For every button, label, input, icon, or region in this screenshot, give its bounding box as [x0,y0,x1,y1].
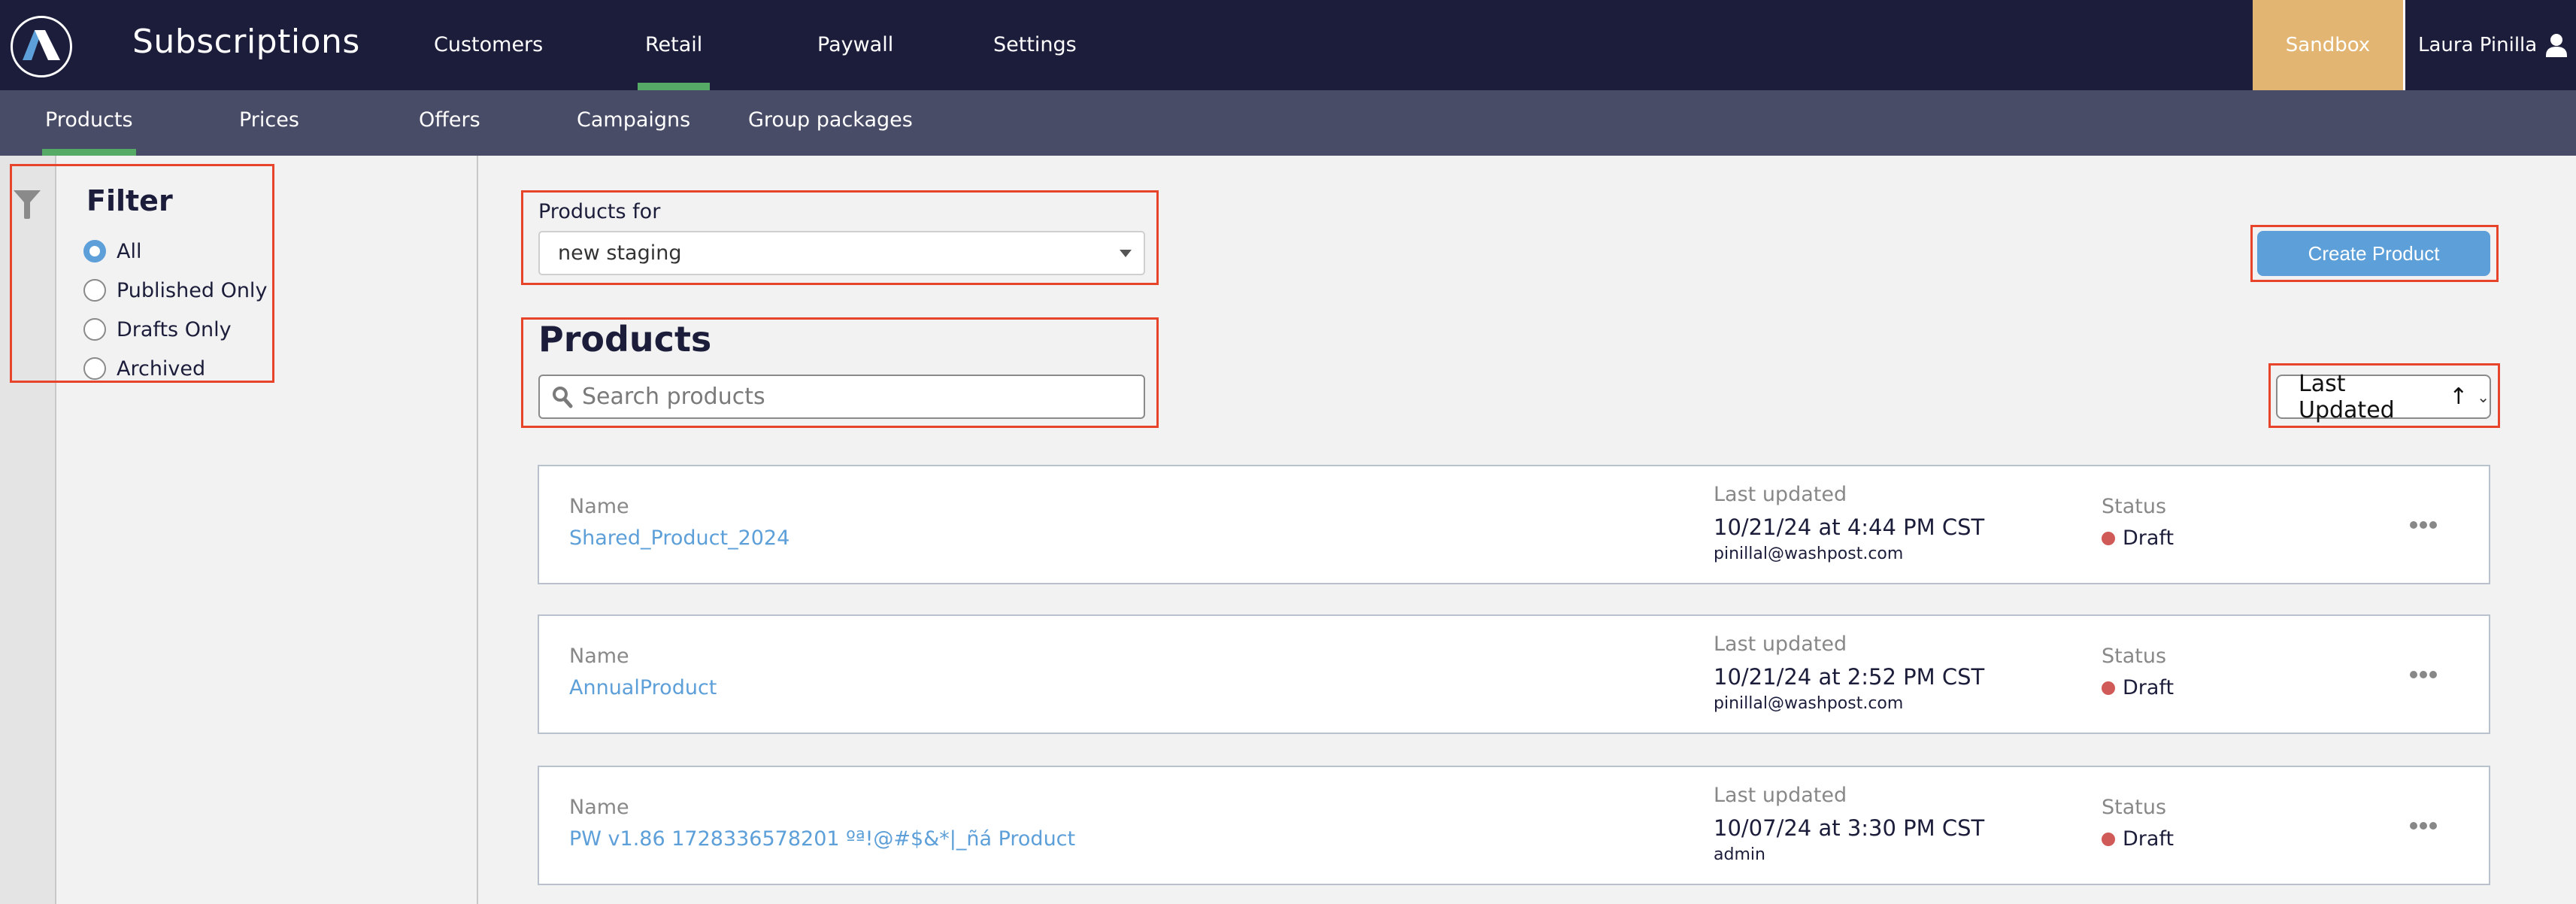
name-label: Name [569,645,629,668]
nav-customers[interactable]: Customers [434,33,543,90]
last-updated-date: 10/21/24 at 2:52 PM CST [1714,664,1985,690]
filter-option-label: Published Only [117,278,268,302]
filter-option-drafts-only[interactable]: Drafts Only [83,314,232,344]
product-card: Name AnnualProduct Last updated 10/21/24… [538,614,2490,734]
user-name: Laura Pinilla [2418,34,2538,56]
status-text: Draft [2123,827,2174,851]
last-updated-by: pinillal@washpost.com [1714,694,1904,713]
filter-option-archived[interactable]: Archived [83,353,205,384]
sub-navigation: Products Prices Offers Campaigns Group p… [0,90,2576,156]
sort-select[interactable]: Last Updated ↑ ⌄ [2276,371,2491,423]
nav-retail[interactable]: Retail [638,33,711,90]
subnav-label: Group packages [748,108,913,132]
app-title: Subscriptions [132,23,360,61]
chevron-down-icon: ⌄ [2477,387,2490,406]
last-updated-by: pinillal@washpost.com [1714,545,1904,563]
user-menu[interactable]: Laura Pinilla [2418,29,2568,62]
nav-paywall[interactable]: Paywall [817,33,893,90]
environment-badge[interactable]: Sandbox [2253,0,2403,90]
active-indicator [42,149,136,156]
filter-title: Filter [86,184,173,217]
subnav-group-packages[interactable]: Group packages [748,108,913,156]
nav-label: Customers [434,33,544,56]
name-label: Name [569,796,629,819]
status-text: Draft [2123,526,2174,550]
status-dot-icon [2102,681,2115,695]
status-badge: Draft [2102,676,2174,699]
nav-label: Retail [645,33,703,56]
product-card: Name PW v1.86 1728336578201 ºª!@#$&*|_ñá… [538,766,2490,885]
status-text: Draft [2123,676,2174,699]
app-logo-icon[interactable] [11,16,72,77]
subnav-products[interactable]: Products [42,108,136,156]
radio-button[interactable] [83,357,106,380]
caret-down-icon [1120,250,1132,257]
status-label: Status [2102,796,2167,819]
subnav-campaigns[interactable]: Campaigns [577,108,690,156]
last-updated-label: Last updated [1714,483,1847,506]
subnav-label: Products [45,108,133,132]
products-for-select[interactable]: new staging [538,231,1145,275]
subnav-label: Campaigns [577,108,691,132]
sort-label: Last Updated [2299,370,2395,423]
radio-button[interactable] [83,318,106,341]
filter-option-published-only[interactable]: Published Only [83,275,267,305]
subnav-prices[interactable]: Prices [239,108,299,156]
last-updated-label: Last updated [1714,784,1847,807]
subnav-label: Prices [239,108,299,132]
filter-option-label: Drafts Only [117,317,232,341]
nav-label: Paywall [817,33,894,56]
nav-label: Settings [993,33,1077,56]
radio-button[interactable] [83,240,106,262]
filter-option-label: All [117,239,142,263]
status-badge: Draft [2102,827,2174,851]
last-updated-label: Last updated [1714,632,1847,656]
product-name-link[interactable]: PW v1.86 1728336578201 ºª!@#$&*|_ñá Prod… [569,827,1075,851]
active-indicator [638,83,711,90]
subnav-offers[interactable]: Offers [419,108,480,156]
last-updated-by: admin [1714,845,1765,864]
create-product-button[interactable]: Create Product [2257,231,2490,276]
last-updated-date: 10/21/24 at 4:44 PM CST [1714,514,1985,540]
more-options-icon[interactable] [2410,517,2440,532]
nav-settings[interactable]: Settings [993,33,1077,90]
product-name-link[interactable]: Shared_Product_2024 [569,526,789,550]
filter-icon[interactable] [13,190,41,220]
status-label: Status [2102,645,2167,668]
status-badge: Draft [2102,526,2174,550]
more-options-icon[interactable] [2410,667,2440,682]
search-input[interactable] [582,384,1108,410]
top-header: Subscriptions Customers Retail Paywall S… [0,0,2576,90]
product-name-link[interactable]: AnnualProduct [569,676,717,699]
product-card: Name Shared_Product_2024 Last updated 10… [538,465,2490,584]
more-options-icon[interactable] [2410,818,2440,833]
user-icon [2546,34,2568,57]
radio-button[interactable] [83,279,106,302]
products-for-value: new staging [558,241,682,265]
filter-option-all[interactable]: All [83,236,141,266]
filter-option-label: Archived [117,356,206,381]
filter-panel: Filter All Published Only Drafts Only Ar… [56,156,478,904]
status-label: Status [2102,495,2167,518]
subnav-label: Offers [419,108,480,132]
search-icon [553,386,573,408]
page-title: Products [538,319,712,359]
divider [2403,0,2405,90]
products-for-label: Products for [538,200,661,223]
last-updated-date: 10/07/24 at 3:30 PM CST [1714,815,1985,841]
filter-sidebar-strip [0,156,56,904]
search-box[interactable] [538,375,1145,419]
status-dot-icon [2102,832,2115,846]
status-dot-icon [2102,531,2115,545]
name-label: Name [569,495,629,518]
sort-direction-icon: ↑ [2449,384,2468,410]
